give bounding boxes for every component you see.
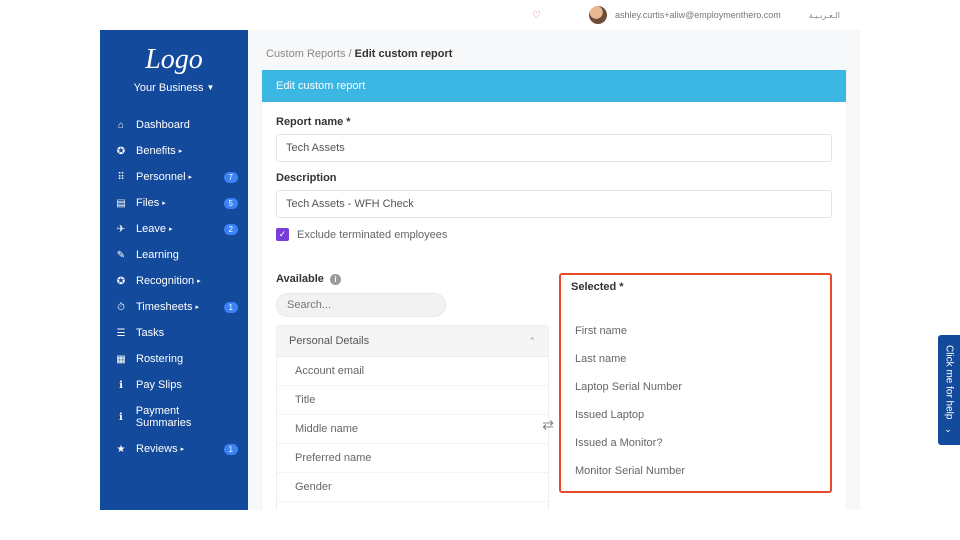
chevron-right-icon: ▸ (195, 303, 199, 311)
card-header: Edit custom report (262, 70, 846, 102)
selected-item[interactable]: Last name (571, 345, 820, 373)
nav-label: Leave (136, 223, 166, 235)
nav-icon: ☰ (114, 328, 128, 339)
help-tab[interactable]: Click me for help⌄ (938, 335, 960, 445)
heart-icon[interactable]: ♡ (532, 10, 541, 21)
selected-label: Selected * (571, 281, 820, 293)
nav-icon: ⠿ (114, 172, 128, 183)
selected-item[interactable]: Issued Laptop (571, 401, 820, 429)
nav-label: Tasks (136, 327, 164, 339)
sidebar-item-rostering[interactable]: ▦ Rostering (100, 346, 248, 372)
sidebar-item-benefits[interactable]: ✪ Benefits▸ (100, 138, 248, 164)
chevron-right-icon: ▸ (179, 147, 183, 155)
nav-label: Learning (136, 249, 179, 261)
nav-icon: ★ (114, 444, 128, 455)
nav-label: Benefits (136, 145, 176, 157)
exclude-checkbox[interactable]: ✓ (276, 228, 289, 241)
logo: Logo (100, 30, 248, 82)
main-content: Custom Reports / Edit custom report Edit… (248, 30, 860, 510)
nav-badge: 2 (224, 224, 238, 235)
selected-item[interactable]: First name (571, 317, 820, 345)
nav-icon: ⏱ (114, 302, 128, 313)
avatar[interactable] (589, 6, 607, 24)
sidebar-item-dashboard[interactable]: ⌂ Dashboard (100, 112, 248, 138)
nav-label: Payment Summaries (136, 405, 236, 429)
nav-badge: 5 (224, 198, 238, 209)
nav-icon: ⌂ (114, 120, 128, 131)
swap-icon[interactable]: ⇄ (542, 417, 554, 434)
chevron-down-icon: ⌄ (944, 425, 954, 435)
top-bar: ♡ ashley.curtis+aliw@employmenthero.com … (248, 0, 860, 30)
nav-icon: ✪ (114, 276, 128, 287)
nav-label: Rostering (136, 353, 183, 365)
nav-label: Pay Slips (136, 379, 182, 391)
sidebar-item-learning[interactable]: ✎ Learning (100, 242, 248, 268)
business-selector[interactable]: Your Business▼ (100, 82, 248, 112)
nav-badge: 1 (224, 444, 238, 455)
available-item[interactable]: Middle name (277, 415, 548, 444)
chevron-right-icon: ▸ (189, 173, 193, 181)
available-item[interactable]: Account email (277, 357, 548, 386)
available-label: Available (276, 273, 324, 285)
chevron-right-icon: ▸ (169, 225, 173, 233)
lang-link[interactable]: الـعـربـيـة (809, 11, 840, 20)
nav-icon: ℹ (114, 412, 128, 423)
nav-label: Personnel (136, 171, 186, 183)
sidebar: Logo Your Business▼ ⌂Dashboard✪Benefits▸… (100, 30, 248, 510)
sidebar-item-timesheets[interactable]: ⏱ Timesheets▸ 1 (100, 294, 248, 320)
description-input[interactable] (276, 190, 832, 218)
chevron-right-icon: ▸ (197, 277, 201, 285)
report-card: Edit custom report Report name * Descrip… (262, 70, 846, 510)
search-input[interactable] (276, 293, 446, 317)
available-column: Available i Personal Details ⌃ Account e… (276, 273, 549, 510)
sidebar-item-reviews[interactable]: ★ Reviews▸ 1 (100, 436, 248, 462)
nav-label: Files (136, 197, 159, 209)
nav-icon: ℹ (114, 380, 128, 391)
selected-item[interactable]: Monitor Serial Number (571, 457, 820, 485)
nav-icon: ▦ (114, 354, 128, 365)
nav-label: Timesheets (136, 301, 192, 313)
sidebar-item-payment-summaries[interactable]: ℹ Payment Summaries (100, 398, 248, 436)
report-name-input[interactable] (276, 134, 832, 162)
chevron-down-icon: ▼ (207, 83, 215, 92)
selected-column: Selected * First nameLast nameLaptop Ser… (559, 273, 832, 510)
nav-label: Reviews (136, 443, 178, 455)
nav-list: ⌂Dashboard✪Benefits▸⠿Personnel▸7▤Files▸5… (100, 112, 248, 462)
chevron-right-icon: ▸ (162, 199, 166, 207)
nav-icon: ✎ (114, 250, 128, 261)
chevron-right-icon: ▸ (181, 445, 185, 453)
sidebar-item-pay-slips[interactable]: ℹ Pay Slips (100, 372, 248, 398)
chevron-up-icon: ⌃ (528, 336, 536, 347)
breadcrumb-current: Edit custom report (355, 48, 453, 60)
group-header[interactable]: Personal Details ⌃ (277, 326, 548, 357)
nav-label: Recognition (136, 275, 194, 287)
nav-badge: 1 (224, 302, 238, 313)
breadcrumb-parent[interactable]: Custom Reports (266, 48, 345, 60)
selected-box: Selected * First nameLast nameLaptop Ser… (559, 273, 832, 493)
description-label: Description (276, 172, 832, 184)
sidebar-item-files[interactable]: ▤ Files▸ 5 (100, 190, 248, 216)
sidebar-item-personnel[interactable]: ⠿ Personnel▸ 7 (100, 164, 248, 190)
sidebar-item-leave[interactable]: ✈ Leave▸ 2 (100, 216, 248, 242)
available-list: Personal Details ⌃ Account emailTitleMid… (276, 325, 549, 510)
report-name-label: Report name * (276, 116, 832, 128)
nav-icon: ✈ (114, 224, 128, 235)
info-icon[interactable]: i (330, 274, 341, 285)
breadcrumb: Custom Reports / Edit custom report (248, 30, 860, 70)
selected-item[interactable]: Issued a Monitor? (571, 429, 820, 457)
nav-icon: ▤ (114, 198, 128, 209)
nav-badge: 7 (224, 172, 238, 183)
exclude-label: Exclude terminated employees (297, 229, 447, 241)
available-item[interactable]: Employee address line 1 (277, 502, 548, 510)
available-item[interactable]: Gender (277, 473, 548, 502)
selected-item[interactable]: Laptop Serial Number (571, 373, 820, 401)
sidebar-item-recognition[interactable]: ✪ Recognition▸ (100, 268, 248, 294)
user-email: ashley.curtis+aliw@employmenthero.com (615, 10, 781, 20)
sidebar-item-tasks[interactable]: ☰ Tasks (100, 320, 248, 346)
nav-icon: ✪ (114, 146, 128, 157)
available-item[interactable]: Title (277, 386, 548, 415)
available-item[interactable]: Preferred name (277, 444, 548, 473)
nav-label: Dashboard (136, 119, 190, 131)
